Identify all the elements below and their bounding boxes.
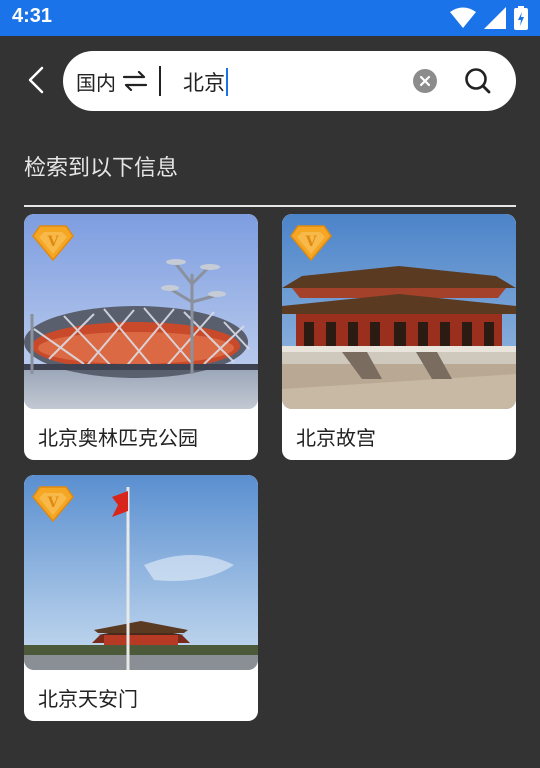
search-toolbar: 国内 北京 xyxy=(0,36,540,128)
search-icon xyxy=(465,68,491,94)
result-card[interactable]: V 北京奥林匹克公园 xyxy=(24,214,258,460)
results-divider xyxy=(24,205,516,207)
search-input[interactable]: 北京 xyxy=(183,67,228,97)
search-box: 国内 北京 xyxy=(63,51,516,111)
signal-icon xyxy=(484,7,506,33)
svg-text:V: V xyxy=(305,234,318,250)
result-card[interactable]: V 北京故宫 xyxy=(282,214,516,460)
result-title: 北京奥林匹克公园 xyxy=(38,426,198,450)
back-arrow-icon xyxy=(28,66,44,94)
battery-charging-icon xyxy=(514,6,528,34)
clear-button[interactable] xyxy=(413,69,437,93)
svg-text:V: V xyxy=(47,234,60,250)
results-header: 检索到以下信息 xyxy=(24,156,179,181)
status-bar: 4:31 xyxy=(0,0,540,36)
vip-badge-icon: V xyxy=(290,225,332,262)
scope-switch[interactable]: 国内 xyxy=(76,67,148,95)
swap-icon xyxy=(122,70,148,92)
vip-badge-icon: V xyxy=(32,225,74,262)
back-button[interactable] xyxy=(20,60,52,100)
search-query: 北京 xyxy=(183,71,225,95)
scope-label: 国内 xyxy=(76,70,116,95)
result-title: 北京故宫 xyxy=(296,426,376,450)
wifi-icon xyxy=(450,7,476,33)
vip-badge-icon: V xyxy=(32,486,74,523)
status-time: 4:31 xyxy=(12,5,53,27)
result-title: 北京天安门 xyxy=(38,687,138,711)
result-card[interactable]: V 北京天安门 xyxy=(24,475,258,721)
text-cursor xyxy=(226,68,228,96)
clear-icon xyxy=(419,75,431,87)
search-button[interactable] xyxy=(463,66,493,96)
status-icons xyxy=(450,6,528,34)
svg-text:V: V xyxy=(47,495,60,511)
scope-divider xyxy=(159,66,161,96)
